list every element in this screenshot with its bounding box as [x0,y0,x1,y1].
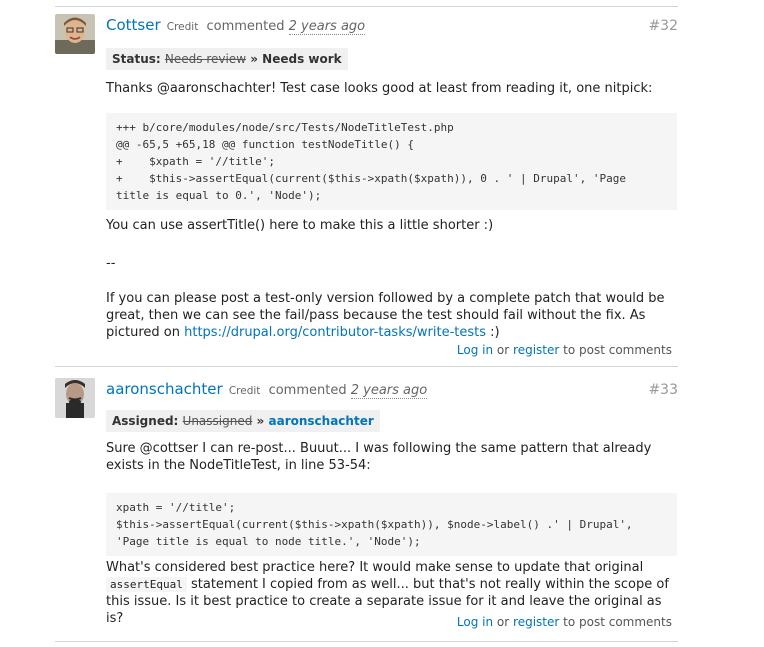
divider-top [55,6,678,7]
register-link[interactable]: register [513,343,559,357]
comment-meta: aaronschachter Credit commented 2 years … [106,380,428,399]
comment-permalink[interactable]: #33 [648,382,678,398]
inline-code: assertEqual [106,577,187,592]
code-line: @@ -65,5 +65,18 @@ function testNodeTitl… [116,138,415,151]
comment-permalink[interactable]: #32 [648,18,678,34]
code-line: 'Page title is equal to node title.', 'N… [116,535,421,548]
comment-separator: -- [106,256,116,271]
comment-time: 2 years ago [350,383,428,399]
code-line: title is equal to 0.', 'Node'); [116,189,322,202]
question-start: What's considered best practice here? It… [106,560,644,575]
status-label: Assigned: [112,414,179,428]
username-link[interactable]: aaronschachter [106,380,223,398]
post-text: to post comments [563,343,672,357]
comment-action: commented [268,383,347,398]
code-line: xpath = '//title'; [116,501,236,514]
credit-badge: Credit [166,21,199,33]
status-change: Status: Needs review » Needs work [106,48,348,70]
status-separator: » [250,52,258,66]
comment-after-code: You can use assertTitle() here to make t… [106,218,494,233]
comment-action: commented [206,19,285,34]
assignment-change: Assigned: Unassigned » aaronschachter [106,410,380,432]
avatar[interactable] [55,378,95,418]
code-block: xpath = '//title'; $this->assertEqual(cu… [106,493,677,556]
login-link[interactable]: Log in [457,343,493,357]
code-line: + $xpath = '//title'; [116,155,275,168]
divider [55,366,678,367]
comment-meta: Cottser Credit commented 2 years ago [106,16,366,35]
closing-end: :) [490,325,500,340]
comment-intro: Sure @cottser I can re-post... Buuut... … [106,441,652,473]
register-link[interactable]: register [513,615,559,629]
code-line: + $this->assertEqual(current($this->xpat… [116,172,626,185]
comment-closing: If you can please post a test-only versi… [106,290,681,341]
status-old: Unassigned [182,414,253,428]
status-old: Needs review [164,52,247,66]
code-line: $this->assertEqual(current($this->xpath(… [116,518,633,531]
comment-time: 2 years ago [288,19,366,35]
comment-links: Log in or register to post comments [457,343,672,357]
comment-intro: Thanks @aaronschachter! Test case looks … [106,81,653,96]
code-line: +++ b/core/modules/node/src/Tests/NodeTi… [116,121,454,134]
or-text: or [496,343,510,357]
username-link[interactable]: Cottser [106,16,161,34]
status-separator: » [256,414,265,428]
status-new: Needs work [262,52,342,66]
comment-33: aaronschachter Credit commented 2 years … [55,378,678,638]
avatar[interactable] [55,14,95,54]
comment-links: Log in or register to post comments [457,615,672,629]
assignee-link[interactable]: aaronschachter [269,414,374,428]
divider-bottom [55,641,678,642]
credit-badge: Credit [228,385,261,397]
login-link[interactable]: Log in [457,615,493,629]
or-text: or [496,615,510,629]
code-block: +++ b/core/modules/node/src/Tests/NodeTi… [106,113,677,210]
post-text: to post comments [563,615,672,629]
write-tests-link[interactable]: https://drupal.org/contributor-tasks/wri… [184,325,486,340]
comment-32: Cottser Credit commented 2 years ago #32… [55,14,678,364]
status-label: Status: [112,52,161,66]
